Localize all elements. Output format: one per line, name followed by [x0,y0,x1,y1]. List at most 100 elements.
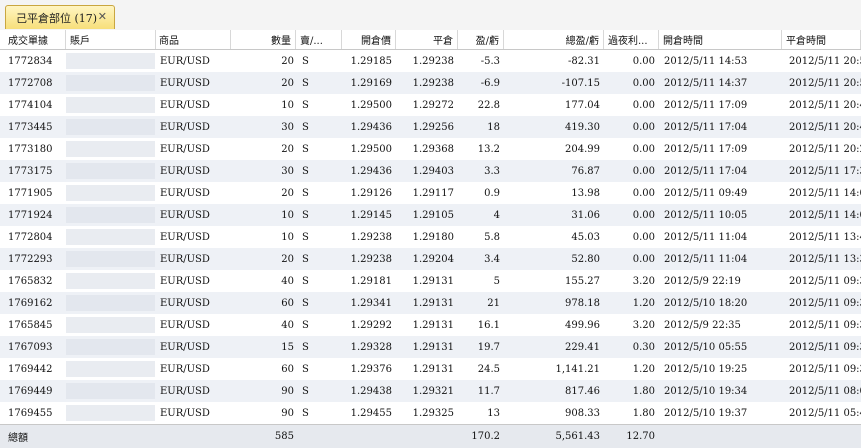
col-header-total-pl[interactable]: 總盈/虧 [504,30,604,49]
cell-symbol: EUR/USD [160,55,210,67]
table-row[interactable]: 1772804 EUR/USD 10 S 1.29238 1.29180 5.8 45.03 0… [0,226,861,248]
table-row[interactable]: 1772834 EUR/USD 20 S 1.29185 1.29238 -5.3 -82.3… [0,50,861,72]
cell-close-price: 1.29131 [412,363,454,375]
table-row[interactable]: 1767093 EUR/USD 15 S 1.29328 1.29131 19.7 229.4… [0,336,861,358]
account-cell [66,119,155,135]
table-row[interactable]: 1769449 EUR/USD 90 S 1.29438 1.29321 11.7 817.4… [0,380,861,402]
account-cell [66,383,155,399]
table-row[interactable]: 1774104 EUR/USD 10 S 1.29500 1.29272 22.8 177.0… [0,94,861,116]
cell-ticket: 1774104 [8,99,53,111]
cell-side: S [302,77,309,89]
cell-open-time: 2012/5/11 17:04 [664,165,748,177]
account-cell [66,53,155,69]
cell-close-price: 1.29321 [412,385,454,397]
cell-quantity: 90 [281,407,294,419]
table-row[interactable]: 1771924 EUR/USD 10 S 1.29145 1.29105 4 31.06 0.0… [0,204,861,226]
cell-open-time: 2012/5/10 19:34 [664,385,748,397]
cell-symbol: EUR/USD [160,187,210,199]
cell-pips: 22.8 [477,99,500,111]
table-row[interactable]: 1765845 EUR/USD 40 S 1.29292 1.29131 16.1 499.9… [0,314,861,336]
table-row[interactable]: 1769455 EUR/USD 90 S 1.29455 1.29325 13 908.33 1… [0,402,861,424]
account-cell [66,163,155,179]
cell-total-pl: 817.46 [565,385,600,397]
cell-total-pl: 204.99 [565,143,600,155]
col-header-symbol[interactable]: 商品 [155,30,231,49]
table-row[interactable]: 1765832 EUR/USD 40 S 1.29181 1.29131 5 155.27 3.… [0,270,861,292]
cell-close-price: 1.29131 [412,319,454,331]
col-header-account[interactable]: 賬戶 [66,30,156,49]
col-header-close-time[interactable]: 平倉時間 [782,30,861,49]
cell-quantity: 90 [281,385,294,397]
col-header-open-price[interactable]: 開倉價 [342,30,396,49]
cell-close-time: 2012/5/11 17:39 [789,165,861,177]
cell-close-price: 1.29180 [412,231,454,243]
cell-ticket: 1767093 [8,341,53,353]
cell-open-price: 1.29238 [350,253,392,265]
table-row[interactable]: 1773175 EUR/USD 30 S 1.29436 1.29403 3.3 76.87 0… [0,160,861,182]
close-icon[interactable]: ✕ [98,10,107,23]
cell-open-time: 2012/5/11 14:53 [664,55,748,67]
cell-close-price: 1.29256 [412,121,454,133]
cell-open-time: 2012/5/11 14:37 [664,77,748,89]
cell-close-time: 2012/5/11 05:43 [789,407,861,419]
cell-ticket: 1771924 [8,209,53,221]
cell-quantity: 20 [281,253,294,265]
table-row[interactable]: 1773445 EUR/USD 30 S 1.29436 1.29256 18 419.30 0… [0,116,861,138]
table-row[interactable]: 1772708 EUR/USD 20 S 1.29169 1.29238 -6.9 -107.… [0,72,861,94]
col-header-pips[interactable]: 盈/虧 [458,30,504,49]
cell-pips: 11.7 [477,385,500,397]
cell-close-time: 2012/5/11 20:54 [789,77,861,89]
cell-total-pl: 978.18 [565,297,600,309]
cell-swap: 3.20 [632,275,655,287]
col-header-quantity[interactable]: 數量 [231,30,296,49]
cell-ticket: 1772834 [8,55,53,67]
cell-total-pl: 229.41 [565,341,600,353]
totals-row: 總額 585 170.2 5,561.43 12.70 [0,424,861,448]
cell-pips: 13 [487,407,500,419]
cell-open-price: 1.29145 [350,209,392,221]
cell-total-pl: 1,141.21 [555,363,600,375]
cell-ticket: 1771905 [8,187,53,199]
cell-quantity: 20 [281,55,294,67]
cell-side: S [302,341,309,353]
cell-open-price: 1.29341 [350,297,392,309]
account-cell [66,75,155,91]
cell-quantity: 40 [281,275,294,287]
cell-quantity: 10 [281,209,294,221]
cell-swap: 0.00 [632,143,655,155]
cell-pips: 0.9 [484,187,500,199]
cell-total-pl: 45.03 [571,231,600,243]
account-cell [66,207,155,223]
cell-open-price: 1.29292 [350,319,392,331]
cell-close-price: 1.29117 [412,187,454,199]
table-row[interactable]: 1769162 EUR/USD 60 S 1.29341 1.29131 21 978.18 1… [0,292,861,314]
col-header-open-time[interactable]: 開倉時間 [659,30,782,49]
cell-open-time: 2012/5/11 11:04 [664,231,748,243]
table-row[interactable]: 1771905 EUR/USD 20 S 1.29126 1.29117 0.9 13.98 0… [0,182,861,204]
cell-pips: 5.8 [484,231,500,243]
cell-swap: 0.00 [632,55,655,67]
col-header-ticket[interactable]: 成交單據 [0,30,66,49]
col-header-close-price[interactable]: 平倉 [396,30,458,49]
cell-ticket: 1772293 [8,253,53,265]
cell-ticket: 1769449 [8,385,53,397]
cell-quantity: 40 [281,319,294,331]
cell-swap: 0.00 [632,209,655,221]
table-row[interactable]: 1773180 EUR/USD 20 S 1.29500 1.29368 13.2 204.9… [0,138,861,160]
cell-side: S [302,209,309,221]
col-header-swap[interactable]: 過夜利... [604,30,659,49]
cell-open-price: 1.29455 [350,407,392,419]
table-row[interactable]: 1772293 EUR/USD 20 S 1.29238 1.29204 3.4 52.80 0… [0,248,861,270]
cell-open-price: 1.29126 [350,187,392,199]
cell-total-pl: 13.98 [571,187,600,199]
cell-symbol: EUR/USD [160,319,210,331]
cell-quantity: 60 [281,363,294,375]
cell-swap: 0.00 [632,99,655,111]
table-row[interactable]: 1769442 EUR/USD 60 S 1.29376 1.29131 24.5 1,141… [0,358,861,380]
cell-quantity: 10 [281,231,294,243]
col-header-side[interactable]: 賣/... [296,30,342,49]
cell-quantity: 20 [281,77,294,89]
tab-closed-positions[interactable]: 己平倉部位 (17) ✕ [5,5,115,29]
cell-open-time: 2012/5/11 17:09 [664,99,748,111]
cell-open-price: 1.29500 [350,143,392,155]
